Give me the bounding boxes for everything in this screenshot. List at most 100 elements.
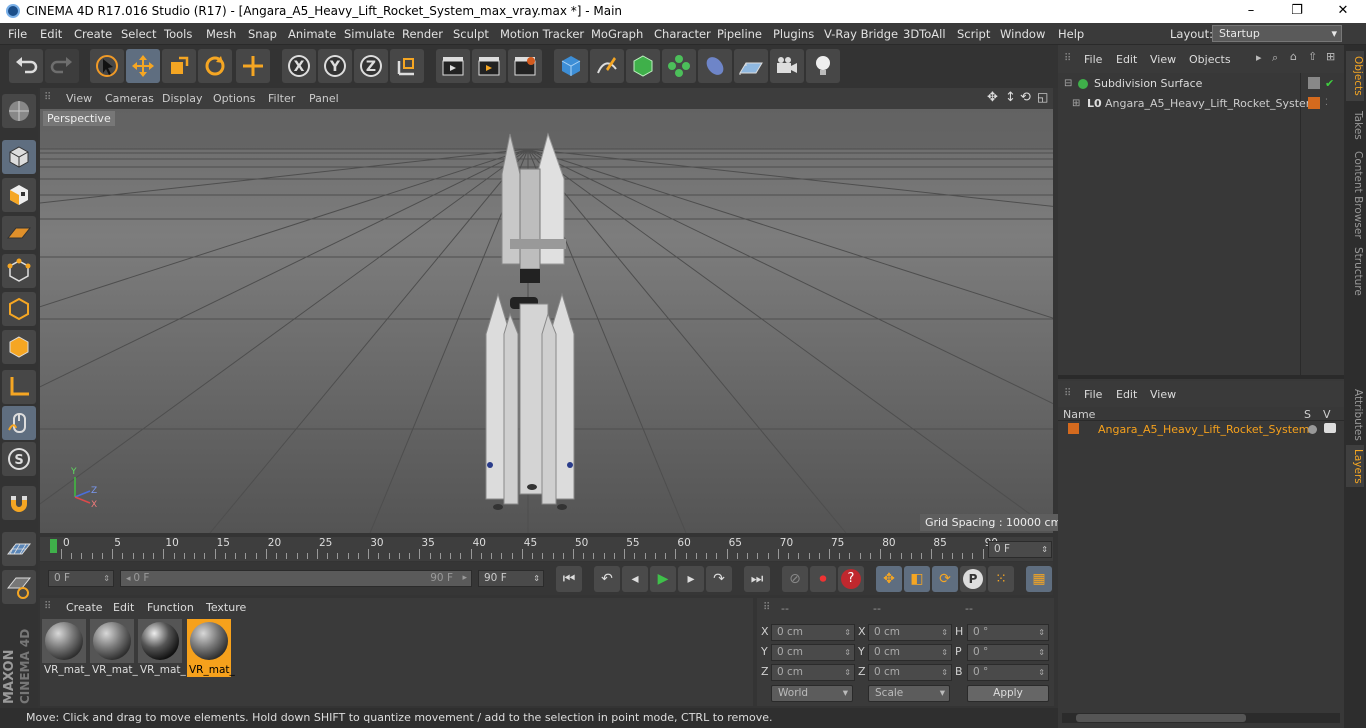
menu-file[interactable]: File (8, 27, 27, 41)
record-point-level-button[interactable]: ⁙ (988, 566, 1014, 592)
add-subdivision-surface-button[interactable] (626, 49, 660, 83)
new-window-icon[interactable]: ⊞ (1326, 50, 1335, 63)
minimize-button[interactable]: – (1228, 0, 1274, 23)
visibility-dots-icon[interactable]: ⁚ (1325, 94, 1328, 113)
points-mode-button[interactable] (2, 254, 36, 288)
viewport-menu-filter[interactable]: Filter (268, 92, 295, 105)
apply-button[interactable]: Apply (967, 685, 1049, 702)
viewport-menu-view[interactable]: View (66, 92, 92, 105)
viewport-move-icon[interactable]: ✥ (987, 90, 998, 105)
menu-animate[interactable]: Animate (288, 27, 336, 41)
home-icon[interactable]: ⌂ (1290, 50, 1297, 63)
pos-y-field[interactable]: 0 cm ⇕ (771, 644, 855, 661)
coordinate-system-button[interactable] (390, 49, 424, 83)
play-button[interactable]: ▶ (650, 566, 676, 592)
viewport-maximize-icon[interactable]: ◱ (1037, 90, 1048, 104)
menu-mesh[interactable]: Mesh (206, 27, 236, 41)
menu-vray-bridge[interactable]: V-Ray Bridge (824, 27, 898, 41)
layers-menu-edit[interactable]: Edit (1116, 388, 1137, 401)
previous-frame-button[interactable]: ◂ (622, 566, 648, 592)
eye-icon[interactable] (1324, 423, 1336, 433)
workplane-grid-button[interactable] (2, 532, 36, 566)
record-parameter-button[interactable]: P (960, 566, 986, 592)
viewport-menu-panel[interactable]: Panel (309, 92, 339, 105)
menu-snap[interactable]: Snap (248, 27, 277, 41)
menu-pipeline[interactable]: Pipeline (717, 27, 762, 41)
tab-takes[interactable]: Takes (1346, 105, 1364, 145)
objects-menu-view[interactable]: View (1150, 53, 1176, 66)
live-selection-button[interactable] (90, 49, 124, 83)
record-scale-button[interactable]: ◧ (904, 566, 930, 592)
magnet-button[interactable] (2, 486, 36, 520)
y-axis-lock-button[interactable]: Y (318, 49, 352, 83)
menu-help[interactable]: Help (1058, 27, 1084, 41)
menu-select[interactable]: Select (121, 27, 156, 41)
transform-tool-button[interactable] (236, 49, 270, 83)
menu-render[interactable]: Render (402, 27, 443, 41)
object-row-rocket[interactable]: ⊞ L0 Angara_A5_Heavy_Lift_Rocket_System … (1062, 94, 1328, 113)
tab-layers[interactable]: Layers (1346, 445, 1364, 487)
frame-range-slider[interactable]: ◂ 0 F 90 F ▸ (120, 570, 472, 587)
material-swatch-selected[interactable]: VR_mat_ (187, 619, 235, 677)
menu-sculpt[interactable]: Sculpt (453, 27, 489, 41)
menu-plugins[interactable]: Plugins (773, 27, 814, 41)
menu-simulate[interactable]: Simulate (344, 27, 395, 41)
horizontal-scrollbar[interactable] (1062, 713, 1340, 723)
render-view-button[interactable] (436, 49, 470, 83)
objects-menu-edit[interactable]: Edit (1116, 53, 1137, 66)
redo-button[interactable] (45, 49, 79, 83)
rot-b-field[interactable]: 0 ° ⇕ (967, 664, 1049, 681)
add-camera-button[interactable] (770, 49, 804, 83)
current-frame-field[interactable]: 0 F ⇕ (988, 541, 1052, 558)
timeline-window-button[interactable]: ▦ (1026, 566, 1052, 592)
add-light-button[interactable] (806, 49, 840, 83)
layers-menu-file[interactable]: File (1084, 388, 1102, 401)
menu-tools[interactable]: Tools (164, 27, 192, 41)
viewport-rotate-icon[interactable]: ⟲ (1020, 90, 1031, 105)
layer-color-swatch[interactable] (1308, 97, 1320, 109)
keyframe-selection-button[interactable]: ? (838, 566, 864, 592)
size-mode-dropdown[interactable]: Scale ▾ (868, 685, 950, 702)
menu-3dtoall[interactable]: 3DToAll (903, 27, 946, 41)
menu-window[interactable]: Window (1000, 27, 1045, 41)
next-key-button[interactable]: ↷ (706, 566, 732, 592)
polygons-mode-button[interactable] (2, 330, 36, 364)
render-picture-viewer-button[interactable] (472, 49, 506, 83)
viewport-zoom-icon[interactable]: ↕ (1005, 90, 1016, 105)
tweak-mode-button[interactable] (2, 406, 36, 440)
chevron-right-icon[interactable]: ▸ (1256, 51, 1262, 64)
tab-content-browser[interactable]: Content Browser (1346, 149, 1364, 241)
solo-toggle-icon[interactable] (1308, 425, 1317, 434)
viewport-menu-options[interactable]: Options (213, 92, 255, 105)
viewport-menu-cameras[interactable]: Cameras (105, 92, 154, 105)
go-to-end-button[interactable]: ⏭ (744, 566, 770, 592)
workplane-lock-button[interactable] (2, 570, 36, 604)
layer-row[interactable]: Angara_A5_Heavy_Lift_Rocket_System (1062, 420, 1338, 439)
texture-mode-button[interactable] (2, 178, 36, 212)
tab-objects[interactable]: Objects (1346, 51, 1364, 101)
add-deformer-button[interactable] (698, 49, 732, 83)
layer-swatch-empty[interactable] (1308, 77, 1320, 89)
material-swatch[interactable]: VR_mat_ (90, 619, 138, 677)
arrow-up-icon[interactable]: ⇧ (1308, 50, 1317, 63)
material-swatch[interactable]: VR_mat_ (138, 619, 186, 677)
autokey-button[interactable]: ⏺ (810, 566, 836, 592)
start-frame-field[interactable]: 0 F ⇕ (48, 570, 114, 587)
render-settings-button[interactable] (508, 49, 542, 83)
timeline-playhead[interactable] (50, 539, 57, 553)
record-position-button[interactable]: ✥ (876, 566, 902, 592)
pos-x-field[interactable]: 0 cm ⇕ (771, 624, 855, 641)
objects-menu-objects[interactable]: Objects (1189, 53, 1231, 66)
workplane-mode-button[interactable] (2, 216, 36, 250)
undo-button[interactable] (9, 49, 43, 83)
material-menu-texture[interactable]: Texture (206, 601, 246, 614)
scrollbar-thumb[interactable] (1076, 714, 1246, 722)
menu-script[interactable]: Script (957, 27, 990, 41)
menu-character[interactable]: Character (654, 27, 711, 41)
model-mode-button[interactable] (2, 140, 36, 174)
z-axis-lock-button[interactable]: Z (354, 49, 388, 83)
collapse-icon[interactable]: ⊟ (1064, 74, 1072, 93)
tab-attributes[interactable]: Attributes (1346, 385, 1364, 445)
close-button[interactable]: ✕ (1320, 0, 1366, 23)
viewport-menu-display[interactable]: Display (162, 92, 203, 105)
